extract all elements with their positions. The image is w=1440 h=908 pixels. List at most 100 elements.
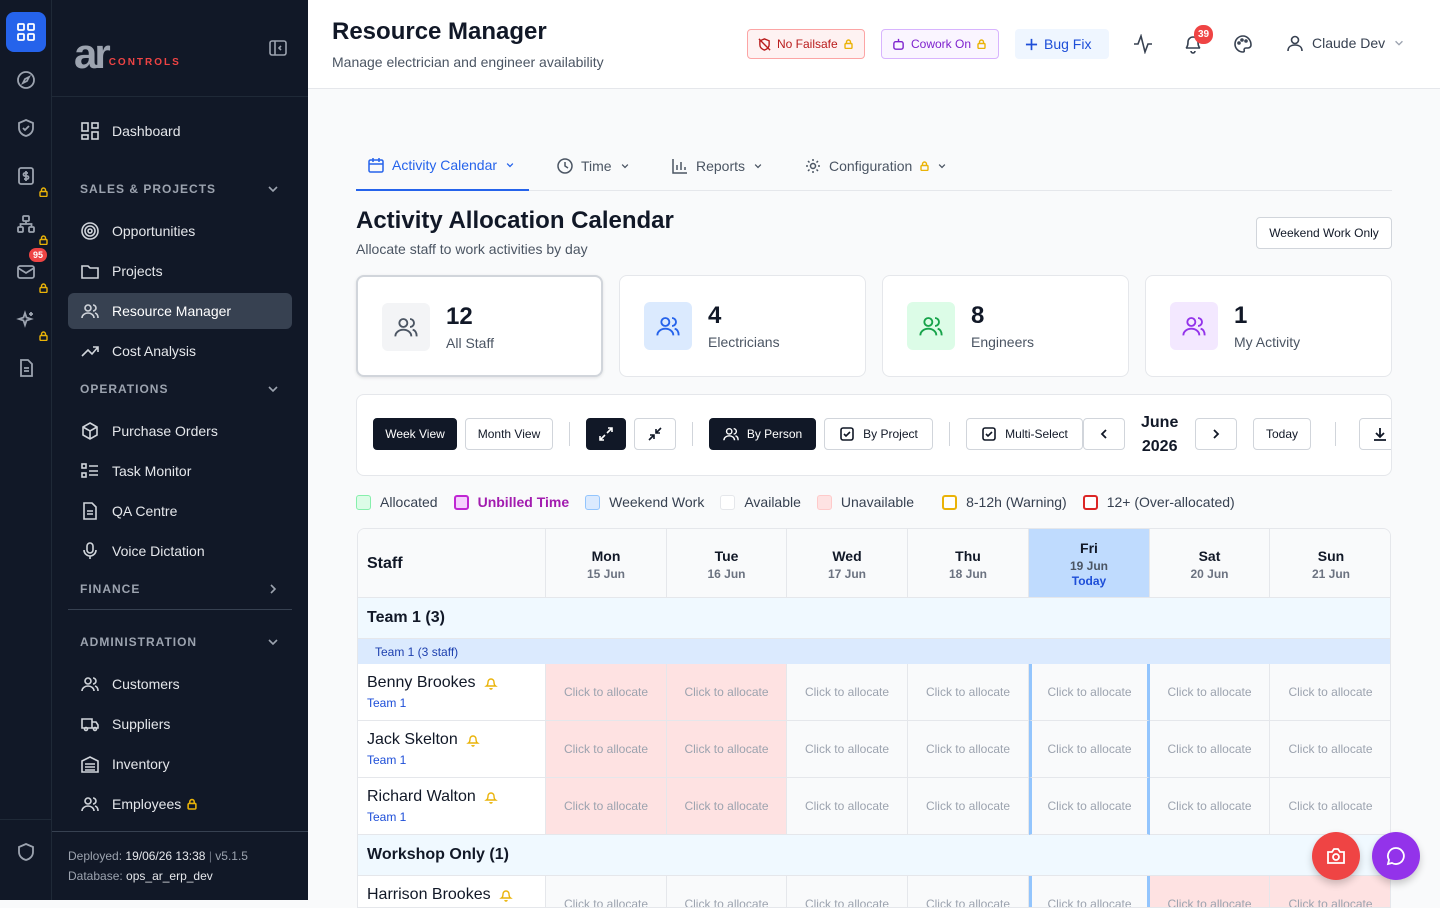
sidebar-item-employees[interactable]: Employees bbox=[68, 786, 292, 822]
allocation-cell[interactable]: Click to allocate bbox=[1029, 778, 1150, 835]
week-view-button[interactable]: Week View bbox=[373, 418, 457, 450]
allocation-cell[interactable]: Click to allocate bbox=[1270, 721, 1390, 778]
section-administration[interactable]: ADMINISTRATION bbox=[80, 635, 280, 649]
day-header-wed[interactable]: Wed 17 Jun bbox=[787, 529, 908, 598]
sidebar-collapse-icon[interactable] bbox=[268, 38, 288, 58]
staff-team-link[interactable]: Team 1 bbox=[367, 753, 406, 767]
no-failsafe-button[interactable]: No Failsafe bbox=[747, 29, 865, 59]
day-header-sun[interactable]: Sun 21 Jun bbox=[1270, 529, 1390, 598]
cowork-toggle[interactable]: Cowork On bbox=[881, 29, 999, 59]
today-button[interactable]: Today bbox=[1253, 418, 1311, 450]
document-icon[interactable] bbox=[6, 348, 46, 388]
sidebar-item-purchase-orders[interactable]: Purchase Orders bbox=[68, 413, 292, 449]
allocation-cell[interactable]: Click to allocate bbox=[1029, 876, 1150, 907]
team-group-header[interactable]: Team 1 (3) bbox=[358, 598, 1390, 639]
allocation-cell[interactable]: Click to allocate bbox=[1029, 664, 1150, 721]
sidebar-item-cost-analysis[interactable]: Cost Analysis bbox=[68, 333, 292, 369]
allocation-cell[interactable]: Click to allocate bbox=[667, 721, 787, 778]
allocation-cell[interactable]: Click to allocate bbox=[667, 664, 787, 721]
sidebar-item-inventory[interactable]: Inventory bbox=[68, 746, 292, 782]
chevron-right-icon bbox=[270, 584, 277, 594]
allocation-cell[interactable]: Click to allocate bbox=[908, 721, 1029, 778]
allocation-cell[interactable]: Click to allocate bbox=[1150, 721, 1270, 778]
section-finance[interactable]: FINANCE bbox=[80, 582, 280, 596]
bug-fix-button[interactable]: Bug Fix bbox=[1015, 29, 1109, 59]
sidebar-item-task-monitor[interactable]: Task Monitor bbox=[68, 453, 292, 489]
sidebar-item-customers[interactable]: Customers bbox=[68, 666, 292, 702]
gear-icon bbox=[806, 159, 820, 173]
sidebar-item-resource-manager[interactable]: Resource Manager bbox=[68, 293, 292, 329]
allocation-cell[interactable]: Click to allocate bbox=[787, 721, 908, 778]
stat-card-my-activity[interactable]: 1 My Activity bbox=[1145, 275, 1392, 377]
apps-grid-icon[interactable] bbox=[6, 12, 46, 52]
tab-configuration[interactable]: Configuration bbox=[805, 141, 947, 191]
stat-card-engineers[interactable]: 8 Engineers bbox=[882, 275, 1129, 377]
stat-card-all-staff[interactable]: 12 All Staff bbox=[356, 275, 603, 377]
allocation-cell[interactable]: Click to allocate bbox=[1270, 664, 1390, 721]
day-header-fri[interactable]: Fri 19 Jun Today bbox=[1029, 529, 1150, 598]
section-sales-projects[interactable]: SALES & PROJECTS bbox=[80, 182, 280, 196]
compass-icon[interactable] bbox=[6, 60, 46, 100]
allocation-cell[interactable]: Click to allocate bbox=[1270, 778, 1390, 835]
staff-cell[interactable]: Jack Skelton Team 1 bbox=[358, 721, 546, 778]
next-week-button[interactable] bbox=[1195, 418, 1237, 450]
download-button[interactable] bbox=[1359, 418, 1391, 450]
month-view-button[interactable]: Month View bbox=[465, 418, 553, 450]
multi-select-button[interactable]: Multi-Select bbox=[966, 418, 1083, 450]
allocation-cell[interactable]: Click to allocate bbox=[787, 876, 908, 907]
staff-cell[interactable]: Richard Walton Team 1 bbox=[358, 778, 546, 835]
day-label: Sun bbox=[1317, 548, 1345, 564]
allocation-cell[interactable]: Click to allocate bbox=[667, 876, 787, 907]
screenshot-button[interactable] bbox=[1312, 832, 1360, 880]
allocation-cell[interactable]: Click to allocate bbox=[667, 778, 787, 835]
tab-reports[interactable]: Reports bbox=[672, 141, 763, 191]
staff-team-link[interactable]: Team 1 bbox=[367, 696, 406, 710]
allocation-cell[interactable]: Click to allocate bbox=[908, 778, 1029, 835]
allocation-cell[interactable]: Click to allocate bbox=[546, 721, 667, 778]
activity-icon[interactable] bbox=[1133, 34, 1153, 54]
weekend-work-only-button[interactable]: Weekend Work Only bbox=[1256, 217, 1392, 249]
allocation-cell[interactable]: Click to allocate bbox=[787, 664, 908, 721]
day-header-thu[interactable]: Thu 18 Jun bbox=[908, 529, 1029, 598]
allocation-cell[interactable]: Click to allocate bbox=[546, 664, 667, 721]
shield-check-icon[interactable] bbox=[6, 108, 46, 148]
expand-button[interactable] bbox=[586, 418, 626, 450]
by-person-button[interactable]: By Person bbox=[709, 418, 816, 450]
allocation-cell[interactable]: Click to allocate bbox=[1270, 876, 1390, 907]
tab-time[interactable]: Time bbox=[557, 141, 630, 191]
sidebar-item-projects[interactable]: Projects bbox=[68, 253, 292, 289]
team-group-header[interactable]: Workshop Only (1) bbox=[358, 835, 1390, 876]
allocation-cell[interactable]: Click to allocate bbox=[1150, 778, 1270, 835]
allocation-cell[interactable]: Click to allocate bbox=[787, 778, 908, 835]
allocation-cell[interactable]: Click to allocate bbox=[1150, 664, 1270, 721]
sidebar-item-opportunities[interactable]: Opportunities bbox=[68, 213, 292, 249]
allocation-cell[interactable]: Click to allocate bbox=[546, 778, 667, 835]
sidebar-item-suppliers[interactable]: Suppliers bbox=[68, 706, 292, 742]
sidebar-item-voice-dictation[interactable]: Voice Dictation bbox=[68, 533, 292, 569]
collapse-button[interactable] bbox=[634, 418, 676, 450]
allocation-cell[interactable]: Click to allocate bbox=[546, 876, 667, 907]
allocation-cell[interactable]: Click to allocate bbox=[1150, 876, 1270, 907]
day-header-mon[interactable]: Mon 15 Jun bbox=[546, 529, 667, 598]
staff-cell[interactable]: Benny Brookes Team 1 bbox=[358, 664, 546, 721]
page-title: Resource Manager bbox=[332, 18, 547, 45]
chat-button[interactable] bbox=[1372, 832, 1420, 880]
by-project-button[interactable]: By Project bbox=[824, 418, 933, 450]
chevron-down-icon bbox=[754, 164, 762, 169]
allocation-cell[interactable]: Click to allocate bbox=[1029, 721, 1150, 778]
section-operations[interactable]: OPERATIONS bbox=[80, 382, 280, 396]
allocation-cell[interactable]: Click to allocate bbox=[908, 664, 1029, 721]
user-menu[interactable]: Claude Dev bbox=[1286, 34, 1405, 52]
staff-team-link[interactable]: Team 1 bbox=[367, 810, 406, 824]
staff-cell[interactable]: Harrison Brookes bbox=[358, 876, 546, 907]
stat-card-electricians[interactable]: 4 Electricians bbox=[619, 275, 866, 377]
sidebar-item-dashboard[interactable]: Dashboard bbox=[68, 113, 292, 149]
palette-icon[interactable] bbox=[1233, 34, 1253, 54]
sidebar-item-qa-centre[interactable]: QA Centre bbox=[68, 493, 292, 529]
prev-week-button[interactable] bbox=[1083, 418, 1125, 450]
shield-icon[interactable] bbox=[6, 832, 46, 872]
tab-activity-calendar[interactable]: Activity Calendar bbox=[356, 141, 529, 191]
day-header-sat[interactable]: Sat 20 Jun bbox=[1150, 529, 1270, 598]
day-header-tue[interactable]: Tue 16 Jun bbox=[667, 529, 787, 598]
allocation-cell[interactable]: Click to allocate bbox=[908, 876, 1029, 907]
